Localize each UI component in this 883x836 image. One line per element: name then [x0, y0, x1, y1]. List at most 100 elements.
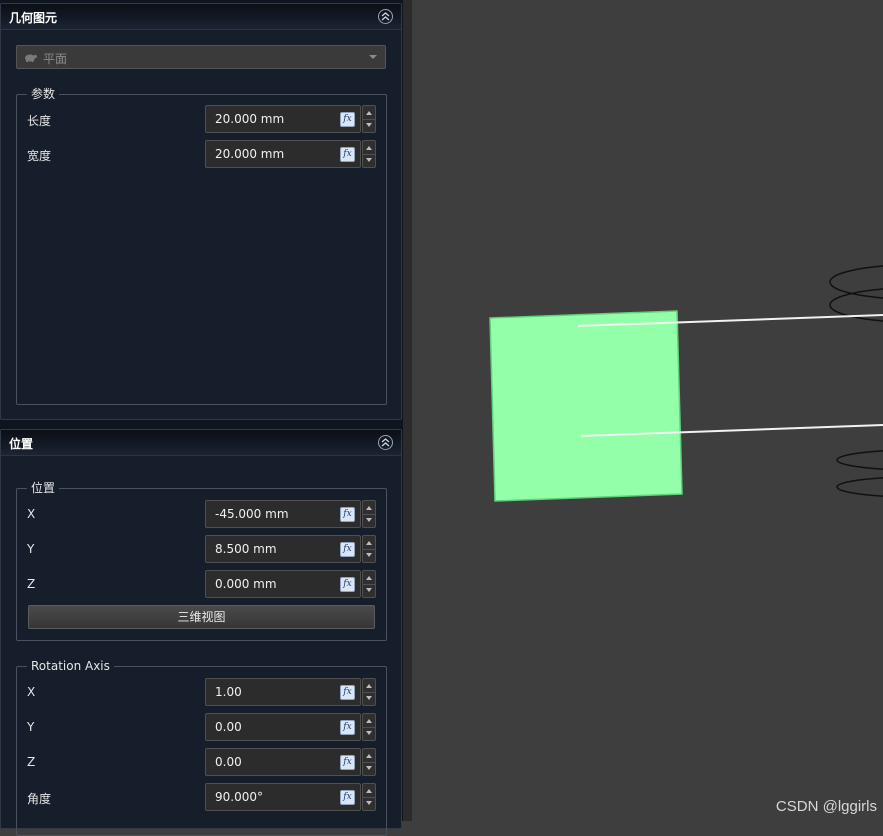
- width-input[interactable]: 20.000 mm fx: [205, 140, 361, 168]
- step-up-icon[interactable]: [366, 111, 372, 115]
- left-property-pane: 几何图元 平面 参数 长度 20.000 mm fx 宽度 20.000 mm …: [0, 0, 404, 836]
- splitter-handle[interactable]: [403, 0, 412, 821]
- rotation-z-row: Z 0.00 fx: [27, 748, 377, 776]
- rotation-axis-group: Rotation Axis X 1.00 fx Y 0.00 fx Z 0.00…: [16, 659, 387, 836]
- width-value: 20.000 mm: [215, 147, 285, 161]
- position-group: 位置 X -45.000 mm fx Y 8.500 mm fx Z 0.000…: [16, 481, 387, 641]
- params-group-title: 参数: [27, 87, 60, 101]
- fx-icon[interactable]: fx: [340, 542, 355, 557]
- fx-icon[interactable]: fx: [340, 507, 355, 522]
- position-x-row: X -45.000 mm fx: [27, 500, 377, 528]
- position-z-label: Z: [27, 577, 36, 591]
- rotation-angle-stepper: [362, 783, 376, 811]
- coil-ring: [829, 265, 883, 299]
- primitive-type-value: 平面: [43, 52, 68, 66]
- rotation-axis-group-title: Rotation Axis: [27, 659, 114, 673]
- length-input[interactable]: 20.000 mm fx: [205, 105, 361, 133]
- step-up-icon[interactable]: [366, 576, 372, 580]
- position-x-label: X: [27, 507, 36, 521]
- rotation-z-input[interactable]: 0.00 fx: [205, 748, 361, 776]
- step-up-icon[interactable]: [366, 506, 372, 510]
- fx-icon[interactable]: fx: [340, 112, 355, 127]
- geometry-panel-title: 几何图元: [9, 11, 58, 25]
- step-up-icon[interactable]: [366, 789, 372, 793]
- step-up-icon[interactable]: [366, 541, 372, 545]
- step-down-icon[interactable]: [366, 123, 372, 127]
- step-down-icon[interactable]: [366, 766, 372, 770]
- step-up-icon[interactable]: [366, 719, 372, 723]
- rotation-angle-value: 90.000°: [215, 790, 263, 804]
- position-y-input[interactable]: 8.500 mm fx: [205, 535, 361, 563]
- position-z-row: Z 0.000 mm fx: [27, 570, 377, 598]
- geometry-panel-header[interactable]: 几何图元: [1, 4, 401, 30]
- position-z-value: 0.000 mm: [215, 577, 277, 591]
- position-panel-title: 位置: [9, 437, 34, 451]
- fx-icon[interactable]: fx: [340, 720, 355, 735]
- step-up-icon[interactable]: [366, 684, 372, 688]
- coil-ring: [836, 450, 883, 470]
- length-row: 长度 20.000 mm fx: [27, 105, 377, 133]
- rotation-y-label: Y: [27, 720, 35, 734]
- position-panel: 位置 位置 X -45.000 mm fx Y 8.500 mm fx Z 0.…: [0, 429, 402, 836]
- rotation-angle-label: 角度: [27, 792, 52, 806]
- position-y-label: Y: [27, 542, 35, 556]
- length-label: 长度: [27, 114, 52, 128]
- position-z-input[interactable]: 0.000 mm fx: [205, 570, 361, 598]
- fx-icon[interactable]: fx: [340, 685, 355, 700]
- position-x-input[interactable]: -45.000 mm fx: [205, 500, 361, 528]
- position-panel-header[interactable]: 位置: [1, 430, 401, 456]
- coil-ring: [836, 477, 883, 497]
- length-value: 20.000 mm: [215, 112, 285, 126]
- rotation-x-stepper: [362, 678, 376, 706]
- fx-icon[interactable]: fx: [340, 790, 355, 805]
- rotation-y-row: Y 0.00 fx: [27, 713, 377, 741]
- watermark-text: CSDN @lggirls: [775, 798, 877, 815]
- collapse-up-icon[interactable]: [378, 435, 393, 450]
- length-stepper: [362, 105, 376, 133]
- 3d-viewport[interactable]: CSDN @lggirls: [412, 0, 883, 821]
- step-down-icon[interactable]: [366, 553, 372, 557]
- position-z-stepper: [362, 570, 376, 598]
- step-down-icon[interactable]: [366, 588, 372, 592]
- rotation-x-input[interactable]: 1.00 fx: [205, 678, 361, 706]
- rotation-y-stepper: [362, 713, 376, 741]
- position-group-title: 位置: [27, 481, 60, 495]
- width-row: 宽度 20.000 mm fx: [27, 140, 377, 168]
- rotation-angle-input[interactable]: 90.000° fx: [205, 783, 361, 811]
- turtle-icon: [23, 51, 37, 66]
- position-y-value: 8.500 mm: [215, 542, 277, 556]
- position-z-spinbox: 0.000 mm fx: [205, 570, 377, 598]
- rotation-x-row: X 1.00 fx: [27, 678, 377, 706]
- position-y-spinbox: 8.500 mm fx: [205, 535, 377, 563]
- collapse-up-icon[interactable]: [378, 9, 393, 24]
- rotation-z-spinbox: 0.00 fx: [205, 748, 377, 776]
- fx-icon[interactable]: fx: [340, 755, 355, 770]
- step-down-icon[interactable]: [366, 158, 372, 162]
- plane-primitive: [489, 310, 683, 502]
- rotation-x-label: X: [27, 685, 36, 699]
- rotation-y-value: 0.00: [215, 720, 242, 734]
- params-group: 参数 长度 20.000 mm fx 宽度 20.000 mm fx: [16, 87, 387, 405]
- rotation-z-label: Z: [27, 755, 36, 769]
- step-down-icon[interactable]: [366, 801, 372, 805]
- position-y-stepper: [362, 535, 376, 563]
- step-down-icon[interactable]: [366, 731, 372, 735]
- primitive-type-select[interactable]: 平面: [16, 45, 386, 69]
- fx-icon[interactable]: fx: [340, 577, 355, 592]
- rotation-angle-row: 角度 90.000° fx: [27, 783, 377, 811]
- chevron-down-icon: [369, 55, 377, 59]
- rotation-y-spinbox: 0.00 fx: [205, 713, 377, 741]
- step-up-icon[interactable]: [366, 146, 372, 150]
- rotation-z-value: 0.00: [215, 755, 242, 769]
- fx-icon[interactable]: fx: [340, 147, 355, 162]
- scene-canvas: [489, 265, 883, 502]
- step-down-icon[interactable]: [366, 518, 372, 522]
- step-up-icon[interactable]: [366, 754, 372, 758]
- rotation-x-value: 1.00: [215, 685, 242, 699]
- step-down-icon[interactable]: [366, 696, 372, 700]
- width-stepper: [362, 140, 376, 168]
- rotation-y-input[interactable]: 0.00 fx: [205, 713, 361, 741]
- 3d-view-button[interactable]: 三维视图: [28, 605, 375, 629]
- rotation-angle-spinbox: 90.000° fx: [205, 783, 377, 811]
- rotation-z-stepper: [362, 748, 376, 776]
